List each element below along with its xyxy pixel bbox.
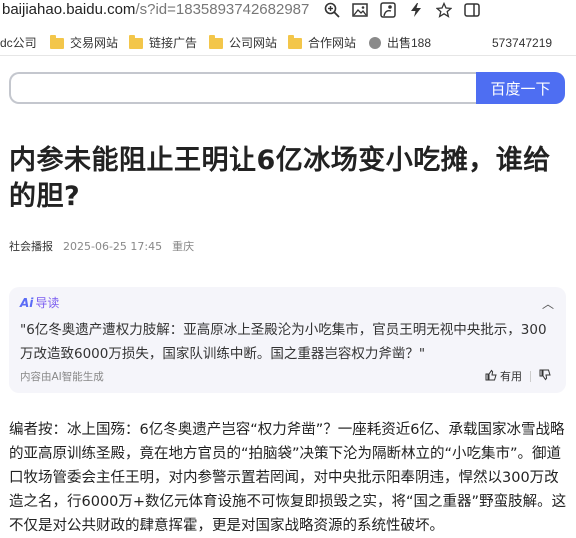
bookmark-label: 链接广告: [149, 36, 198, 50]
folder-icon: [209, 34, 223, 49]
browser-toolbar: baijiahao.baidu.com/s?id=183589374268298…: [0, 0, 576, 22]
ai-summary-header: Ai 导读: [20, 295, 59, 311]
bookmark-label: 出售188: [387, 36, 432, 50]
article-title: 内参未能阻止王明让6亿冰场变小吃摊，谁给的胆?: [9, 145, 551, 212]
article-meta: 社会播报 2025-06-25 17:45 重庆: [9, 240, 194, 254]
bookmark-dc[interactable]: dc公司: [0, 34, 37, 52]
bookmark-label: dc公司: [0, 36, 37, 50]
bookmark-sale[interactable]: 出售188: [369, 34, 431, 52]
search-button[interactable]: 百度一下: [476, 72, 565, 104]
ai-summary-text: "6亿冬奥遗产遭权力肢解：亚高原冰上圣殿沦为小吃集市，官员王明无视中央批示，30…: [20, 322, 547, 362]
image-icon[interactable]: [346, 0, 374, 20]
url-path: /s?id=1835893742682987: [135, 1, 310, 18]
useful-label[interactable]: 有用: [500, 368, 522, 384]
globe-icon: [369, 37, 381, 49]
search-input[interactable]: [9, 72, 496, 104]
ai-source-note: 内容由AI智能生成: [20, 371, 104, 383]
divider: [530, 370, 531, 382]
ai-summary-card: Ai 导读 ︿ "6亿冬奥遗产遭权力肢解：亚高原冰上圣殿沦为小吃集市，官员王明无视…: [9, 287, 566, 393]
article-body: 编者按：冰上国殇：6亿冬奥遗产岂容“权力斧凿”？一座耗资近6亿、承载国家冰雪战略…: [9, 422, 567, 534]
zoom-icon[interactable]: [318, 0, 346, 20]
url-host: baijiahao.baidu.com: [2, 1, 136, 18]
ai-icon: Ai: [20, 296, 34, 310]
chevron-up-icon[interactable]: ︿: [542, 295, 554, 312]
folder-icon: [288, 34, 302, 49]
address-bar[interactable]: baijiahao.baidu.com/s?id=183589374268298…: [2, 0, 314, 20]
article-location: 重庆: [172, 240, 195, 253]
folder-icon: [50, 34, 64, 49]
bookmark-company[interactable]: 公司网站: [209, 34, 277, 52]
bookmark-ads[interactable]: 链接广告: [129, 34, 197, 52]
ai-summary-label: 导读: [35, 296, 60, 310]
bookmark-trailing[interactable]: 573747219: [492, 34, 552, 52]
thumbs-up-icon[interactable]: [485, 369, 497, 384]
article-date: 2025-06-25 17:45: [63, 240, 163, 253]
ai-feedback: 有用: [485, 368, 554, 384]
bookmark-label: 公司网站: [229, 36, 278, 50]
bookmark-label: 交易网站: [70, 36, 119, 50]
article-source[interactable]: 社会播报: [9, 240, 53, 253]
thumbs-down-icon[interactable]: [539, 369, 551, 384]
bookmarks-bar: dc公司 交易网站 链接广告 公司网站 合作网站 出售188 573747219: [0, 31, 576, 56]
folder-icon: [129, 34, 143, 49]
star-icon[interactable]: [430, 0, 458, 20]
share-icon[interactable]: [374, 0, 402, 20]
lightning-icon[interactable]: [402, 0, 430, 20]
bookmark-trading[interactable]: 交易网站: [50, 34, 118, 52]
bookmark-label: 合作网站: [308, 36, 357, 50]
tab-icon[interactable]: [458, 0, 486, 20]
search-bar: 百度一下: [9, 72, 565, 104]
bookmark-partners[interactable]: 合作网站: [288, 34, 356, 52]
toolbar-icons: [318, 0, 486, 20]
